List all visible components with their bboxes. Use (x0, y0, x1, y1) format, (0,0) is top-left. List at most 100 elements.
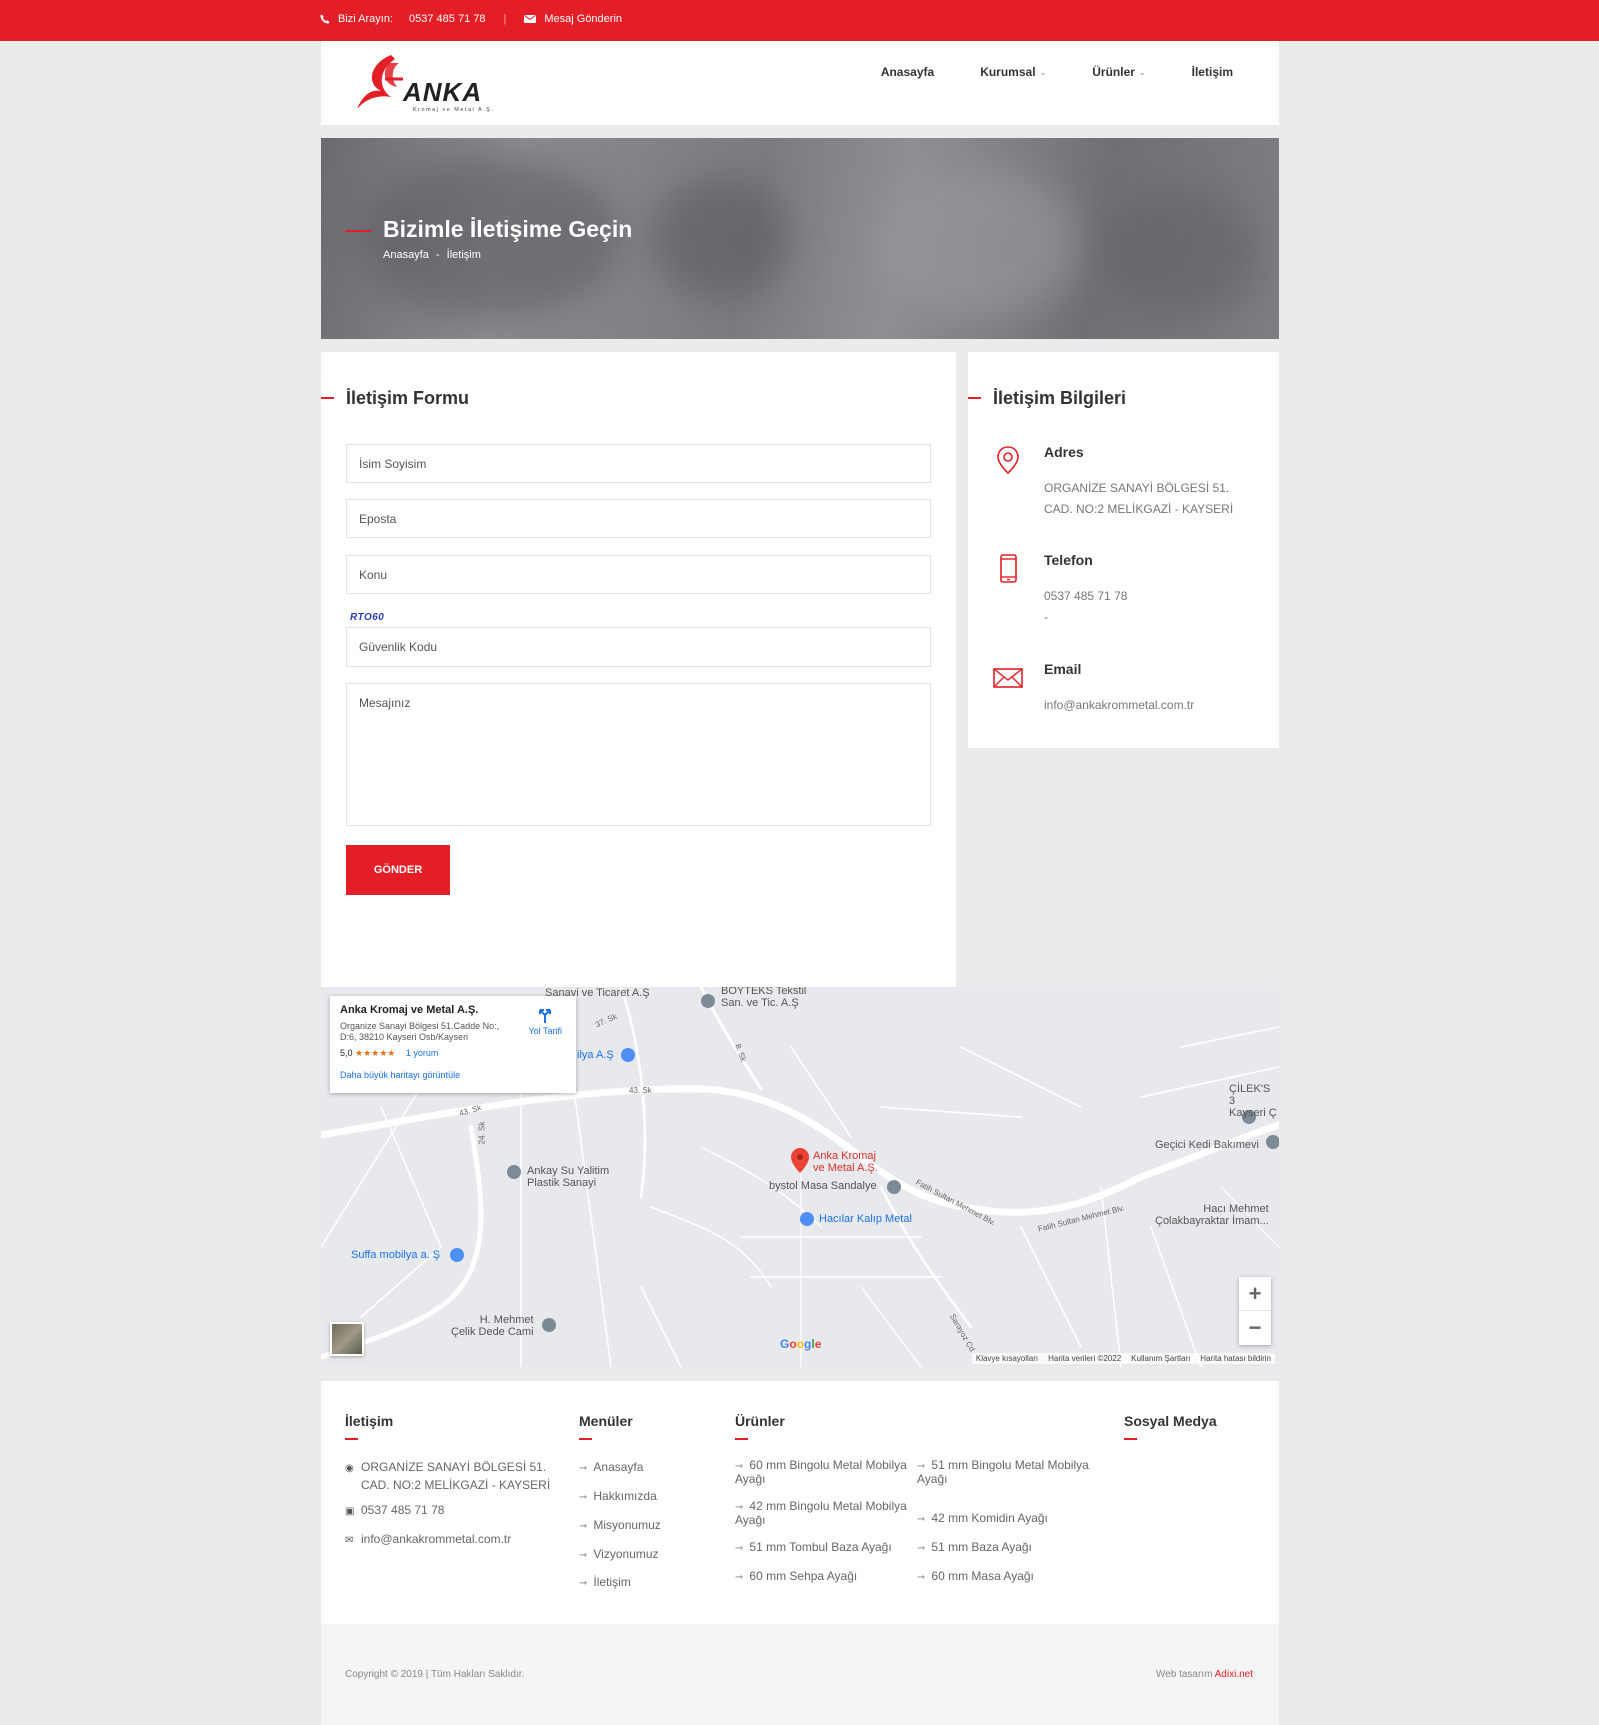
satellite-toggle[interactable] (330, 1322, 364, 1356)
map-label-anka[interactable]: Anka Kromaj ve Metal A.Ş. (813, 1150, 878, 1174)
footer-menu-link[interactable]: ➞ Hakkımızda (579, 1488, 657, 1506)
zoom-out-button[interactable]: − (1239, 1311, 1271, 1345)
footer-product-link[interactable]: ➞ 42 mm Bingolu Metal Mobilya Ayağı (735, 1500, 907, 1526)
contact-info-panel: İletişim Bilgileri Adres ORGANİZE SANAYİ… (968, 352, 1279, 748)
nav-item-urunler[interactable]: Ürünler ⌄ (1092, 65, 1145, 79)
map-label-kedi[interactable]: Geçici Kedi Bakımevi (1155, 1139, 1259, 1151)
map-label-boyteks[interactable]: BOYTEKS Tekstil San. ve Tic. A.Ş (721, 987, 806, 1009)
footer-product-link[interactable]: ➞ 60 mm Bingolu Metal Mobilya Ayağı (735, 1459, 907, 1485)
submit-button[interactable]: GÖNDER (346, 845, 450, 895)
map-label-cami[interactable]: H. Mehmet Çelik Dede Cami (451, 1314, 534, 1338)
footer-product-label: 60 mm Sehpa Ayağı (749, 1569, 858, 1583)
terms-link[interactable]: Kullanım Şartları (1131, 1354, 1190, 1363)
footer-menu-link[interactable]: ➞ Misyonumuz (579, 1517, 661, 1535)
banner-accent (345, 230, 371, 232)
nav-item-iletisim[interactable]: İletişim (1192, 65, 1233, 79)
map-label-ilya[interactable]: ilya A.Ş (577, 1049, 614, 1061)
chevron-down-icon: ⌄ (1039, 67, 1047, 77)
footer-address: ◉ ORGANİZE SANAYİ BÖLGESİ 51. CAD. NO:2 M… (345, 1459, 550, 1493)
arrow-right-icon: ➞ (579, 1492, 588, 1503)
arrow-right-icon: ➞ (917, 1543, 926, 1554)
web-credit: Web tasarım Adixi.net (1156, 1669, 1253, 1680)
form-title: İletişim Formu (346, 388, 470, 408)
page-banner: Bizimle İletişime Geçin Anasayfa - İleti… (321, 138, 1279, 339)
name-input[interactable]: İsim Soyisim (346, 444, 931, 483)
envelope-icon (993, 668, 1023, 688)
logo-text: ANKA (402, 77, 482, 107)
view-larger-map-link[interactable]: Daha büyük haritayı görüntüle (340, 1070, 566, 1080)
map-label-hacilar[interactable]: Hacılar Kalıp Metal (819, 1213, 912, 1225)
section-accent (968, 397, 981, 399)
arrow-right-icon: ➞ (579, 1463, 588, 1474)
banner-shade (1101, 188, 1261, 318)
map-footer: Klavye kısayolları Harita verileri ©2022… (971, 1353, 1275, 1364)
report-error-link[interactable]: Harita hatası bildirin (1200, 1354, 1271, 1363)
nav-label: Kurumsal (980, 65, 1036, 79)
title-accent (345, 1438, 358, 1440)
place-rating: 5,0 ★★★★★ 1 yorum (340, 1048, 566, 1059)
footer-product-link[interactable]: ➞ 42 mm Komidin Ayağı (917, 1510, 1048, 1528)
map-label-suffa[interactable]: Suffa mobilya a. Ş (351, 1249, 440, 1261)
message-textarea[interactable]: Mesajınız (346, 683, 931, 826)
footer-product-link[interactable]: ➞ 60 mm Sehpa Ayağı (735, 1568, 857, 1586)
web-credit-link[interactable]: Adixi.net (1215, 1669, 1253, 1680)
address-value: ORGANİZE SANAYİ BÖLGESİ 51. CAD. NO:2 ME… (1044, 478, 1233, 520)
map-label-ankay[interactable]: Ankay Su Yalitim Plastik Sanayi (527, 1165, 609, 1189)
footer-product-link[interactable]: ➞ 51 mm Baza Ayağı (917, 1539, 1032, 1557)
footer-menu-label: Vizyonumuz (593, 1547, 659, 1561)
arrow-right-icon: ➞ (735, 1502, 744, 1513)
footer-product-link[interactable]: ➞ 51 mm Bingolu Metal Mobilya Ayağı (917, 1459, 1089, 1485)
footer-email-value: info@ankakrommetal.com.tr (361, 1532, 512, 1546)
envelope-icon (524, 15, 537, 23)
nav-item-anasayfa[interactable]: Anasayfa (881, 65, 934, 79)
footer-product-link[interactable]: ➞ 51 mm Tombul Baza Ayağı (735, 1539, 892, 1557)
footer-product-link[interactable]: ➞ 60 mm Masa Ayağı (917, 1568, 1034, 1586)
subject-input[interactable]: Konu (346, 555, 931, 594)
google-map[interactable]: Anka Kromaj ve Metal A.Ş. Ankay Su Yalit… (321, 987, 1279, 1367)
arrow-right-icon: ➞ (579, 1578, 588, 1589)
security-code-input[interactable]: Güvenlik Kodu (346, 627, 931, 667)
send-message-link[interactable]: Mesaj Gönderin (544, 13, 622, 25)
footer-menu-label: Hakkımızda (593, 1489, 657, 1503)
breadcrumb-home[interactable]: Anasayfa (383, 249, 429, 261)
footer-products: Ürünler ➞ 60 mm Bingolu Metal Mobilya Aya… (735, 1413, 1115, 1613)
footer-menu-link[interactable]: ➞ Anasayfa (579, 1459, 643, 1477)
footer-address-line: ORGANİZE SANAYİ BÖLGESİ 51. (361, 1460, 547, 1474)
directions-button[interactable]: Yol Tarifi (528, 1006, 562, 1036)
star-icon: ★★★★★ (355, 1048, 396, 1058)
zoom-in-button[interactable]: + (1239, 1277, 1271, 1311)
footer: İletişim ◉ ORGANİZE SANAYİ BÖLGESİ 51. CA… (321, 1381, 1279, 1624)
footer-phone[interactable]: ▣ 0537 485 71 78 (345, 1502, 444, 1520)
top-separator: | (503, 13, 507, 25)
email-value[interactable]: info@ankakrommetal.com.tr (1044, 695, 1194, 716)
info-title: İletişim Bilgileri (993, 388, 1127, 408)
phone-number[interactable]: 0537 485 71 78 (1044, 586, 1127, 607)
keyboard-shortcuts-link[interactable]: Klavye kısayolları (976, 1354, 1038, 1363)
nav-label: İletişim (1191, 65, 1233, 79)
directions-icon (539, 1009, 552, 1023)
title-accent (1124, 1438, 1137, 1440)
footer-menu-link[interactable]: ➞ İletişim (579, 1574, 631, 1592)
site-logo[interactable]: ANKA Kromaj ve Metal A.Ş. (351, 49, 511, 115)
top-phone-link[interactable]: 0537 485 71 78 (409, 13, 485, 25)
map-label-cilek[interactable]: ÇİLEK'S 3 Kayseri Ç (1229, 1083, 1279, 1119)
map-label-haci[interactable]: Hacı Mehmet Çolakbayraktar İmam... (1155, 1203, 1269, 1227)
map-label-bystol[interactable]: bystol Masa Sandalye (769, 1180, 877, 1192)
email-input[interactable]: Eposta (346, 499, 931, 538)
nav-item-kurumsal[interactable]: Kurumsal ⌄ (980, 65, 1046, 79)
phone-icon: ▣ (345, 1506, 355, 1517)
footer-menus-title: Menüler (579, 1413, 633, 1429)
footer-product-label: 51 mm Tombul Baza Ayağı (749, 1540, 892, 1554)
map-info-card: Anka Kromaj ve Metal A.Ş. Organize Sanay… (330, 996, 576, 1093)
footer-product-label: 60 mm Bingolu Metal Mobilya Ayağı (735, 1458, 907, 1486)
arrow-right-icon: ➞ (735, 1461, 744, 1472)
reviews-link[interactable]: 1 yorum (406, 1048, 439, 1058)
footer-product-label: 51 mm Bingolu Metal Mobilya Ayağı (917, 1458, 1089, 1486)
footer-email[interactable]: ✉ info@ankakrommetal.com.tr (345, 1531, 511, 1549)
footer-contact-title: İletişim (345, 1413, 394, 1429)
breadcrumb-separator: - (435, 249, 440, 261)
footer-product-label: 60 mm Masa Ayağı (931, 1569, 1034, 1583)
footer-menu-link[interactable]: ➞ Vizyonumuz (579, 1546, 659, 1564)
title-accent (735, 1438, 748, 1440)
arrow-right-icon: ➞ (735, 1543, 744, 1554)
